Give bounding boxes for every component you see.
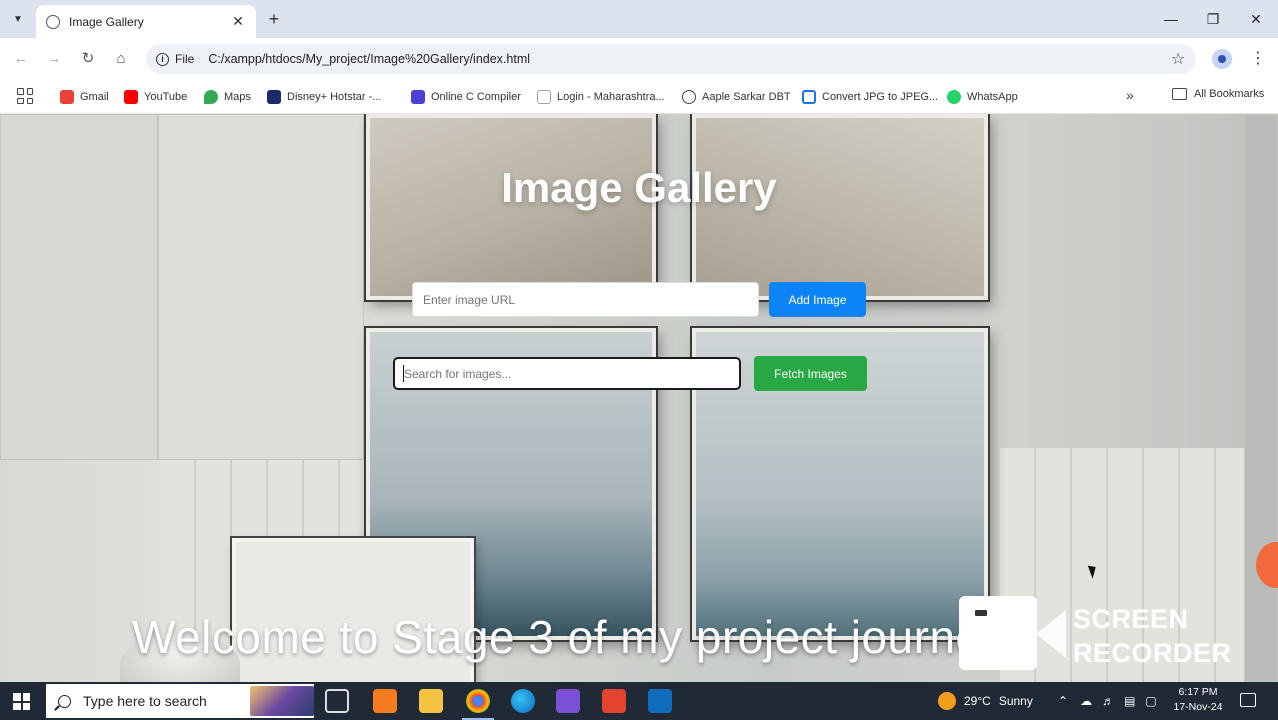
new-tab-button[interactable]: + xyxy=(264,9,284,29)
taskbar-search-text: Type here to search xyxy=(83,693,207,709)
tab-strip: ▼ Image Gallery ✕ + — ❐ ✕ xyxy=(0,0,1278,38)
cloud-icon[interactable]: ☁ xyxy=(1080,694,1092,708)
window-close-icon[interactable]: ✕ xyxy=(1241,8,1271,30)
forward-icon[interactable]: → xyxy=(43,48,65,70)
apps-grid-icon[interactable] xyxy=(17,88,33,104)
file-explorer-icon[interactable] xyxy=(419,689,443,713)
whatsapp-icon xyxy=(947,90,961,104)
close-tab-icon[interactable]: ✕ xyxy=(230,13,246,30)
maps-icon xyxy=(204,90,218,104)
screen-recorder-lens-icon xyxy=(1036,610,1066,658)
bookmark-maps[interactable]: Maps xyxy=(204,88,251,106)
clock-time: 6:17 PM xyxy=(1178,686,1218,698)
bookmark-youtube[interactable]: YouTube xyxy=(124,88,187,106)
reload-icon[interactable]: ↻ xyxy=(77,48,99,70)
windows-taskbar: Type here to search 29°C Sunny ⌃ ☁ ♬ ▤ ▢… xyxy=(0,682,1278,720)
all-bookmarks-button[interactable]: All Bookmarks xyxy=(1172,88,1264,100)
weather-temp: 29°C xyxy=(964,694,991,708)
screen-recorder-watermark: SCREEN RECORDER xyxy=(1073,604,1232,668)
tab-image-gallery[interactable]: Image Gallery ✕ xyxy=(36,5,256,38)
clock-date: 17-Nov-24 xyxy=(1173,701,1223,713)
minimize-icon[interactable]: — xyxy=(1156,8,1186,30)
task-view-icon[interactable] xyxy=(325,689,349,713)
page-title: Image Gallery xyxy=(501,164,777,211)
gmail-icon xyxy=(60,90,74,104)
site-info-button[interactable]: i File xyxy=(156,52,194,66)
url-text[interactable]: C:/xampp/htdocs/My_project/Image%20Galle… xyxy=(208,52,1196,66)
profile-avatar[interactable] xyxy=(1212,49,1232,69)
edge-icon[interactable] xyxy=(511,689,535,713)
site-info-label: File xyxy=(175,52,195,66)
tab-title: Image Gallery xyxy=(69,14,144,29)
office-icon[interactable] xyxy=(602,689,626,713)
taskbar-search-box[interactable]: Type here to search xyxy=(46,684,314,718)
bookmark-whatsapp[interactable]: WhatsApp xyxy=(947,88,1018,106)
add-image-button[interactable]: Add Image xyxy=(769,282,866,317)
taskbar-clock[interactable]: 6:17 PM 17-Nov-24 xyxy=(1166,685,1230,715)
bookmark-aaple-sarkar[interactable]: Aaple Sarkar DBT xyxy=(682,88,791,106)
compiler-icon xyxy=(411,90,425,104)
page-viewport: Image Gallery Add Image Fetch Images Wel… xyxy=(0,114,1278,682)
hotstar-icon xyxy=(267,90,281,104)
bookmarks-bar: Gmail YouTube Maps Disney+ Hotstar -... … xyxy=(0,80,1278,114)
address-bar[interactable]: i File C:/xampp/htdocs/My_project/Image%… xyxy=(146,44,1196,74)
fetch-images-button[interactable]: Fetch Images xyxy=(754,356,867,391)
bookmark-online-compiler[interactable]: Online C Compiler xyxy=(411,88,521,106)
image-url-input[interactable] xyxy=(412,282,759,317)
text-caret xyxy=(403,365,404,382)
youtube-icon xyxy=(124,90,138,104)
chevron-up-icon[interactable]: ⌃ xyxy=(1058,694,1068,708)
sun-icon xyxy=(938,692,956,710)
video-editor-icon[interactable] xyxy=(556,689,580,713)
folder-icon xyxy=(1172,88,1187,100)
speaker-icon[interactable]: ♬ xyxy=(1102,694,1114,708)
screen-recorder-camera-icon xyxy=(959,596,1037,670)
menu-icon[interactable]: ⋮ xyxy=(1250,48,1266,68)
network-icon[interactable]: ▤ xyxy=(1124,694,1135,708)
bookmark-star-icon[interactable]: ☆ xyxy=(1166,49,1190,69)
weather-text: Sunny xyxy=(998,694,1033,708)
notification-icon[interactable] xyxy=(1240,693,1256,707)
back-icon[interactable]: ← xyxy=(10,48,32,70)
home-icon[interactable]: ⌂ xyxy=(110,48,132,70)
browser-toolbar: ← → ↻ ⌂ i File C:/xampp/htdocs/My_projec… xyxy=(0,38,1278,80)
bookmark-convert-jpg[interactable]: Convert JPG to JPEG... xyxy=(802,88,938,106)
globe-icon xyxy=(682,90,696,104)
image-search-input[interactable] xyxy=(393,357,741,390)
bookmark-gmail[interactable]: Gmail xyxy=(60,88,109,106)
search-highlight-image xyxy=(250,686,314,716)
video-caption: Welcome to Stage 3 of my project journey… xyxy=(132,611,1019,663)
bookmark-maharashtra-login[interactable]: Login - Maharashtra... xyxy=(537,88,665,106)
search-icon xyxy=(58,694,71,708)
weather-widget[interactable]: 29°C Sunny xyxy=(938,682,1033,720)
chrome-icon[interactable] xyxy=(462,689,494,720)
outlook-icon[interactable] xyxy=(648,689,672,713)
xampp-icon[interactable] xyxy=(373,689,397,713)
windows-start-icon[interactable] xyxy=(13,693,30,710)
battery-icon[interactable]: ▢ xyxy=(1145,694,1156,708)
info-icon: i xyxy=(156,52,169,66)
more-bookmarks-icon[interactable]: » xyxy=(1126,87,1134,103)
tab-search-button[interactable]: ▼ xyxy=(8,9,28,29)
restore-icon[interactable]: ❐ xyxy=(1198,8,1228,30)
globe-icon xyxy=(46,14,60,29)
bookmark-hotstar[interactable]: Disney+ Hotstar -... xyxy=(267,88,381,106)
system-tray: ⌃ ☁ ♬ ▤ ▢ xyxy=(1058,682,1157,720)
convert-icon xyxy=(802,90,816,104)
page-icon xyxy=(537,90,551,104)
